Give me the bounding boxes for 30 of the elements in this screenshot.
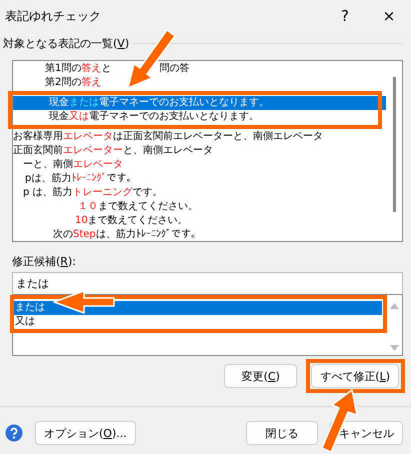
candidate-item[interactable]: または (13, 301, 382, 315)
list-item[interactable]: 現金または電子マネーでのお支払いとなります。 (13, 96, 386, 110)
scroll-up-icon[interactable] (390, 303, 398, 309)
list-item[interactable]: 10まで数えてください。 (13, 214, 386, 228)
list-item[interactable]: p は、筋力 トレーニングです。 (13, 186, 386, 200)
list-item[interactable]: 現金又は電子マネーでのお支払いとなります。 (13, 110, 386, 124)
list-item[interactable]: ーと、南側エレベータ (13, 158, 386, 172)
fix-all-button[interactable]: すべて修正(L) (311, 364, 399, 388)
close-dialog-button[interactable]: 閉じる (246, 421, 318, 445)
list-item[interactable]: １０ まで数えてください。 (13, 200, 386, 214)
annotation-arrow (53, 290, 115, 314)
annotation-arrow (321, 389, 358, 453)
window-title: 表記ゆれチェック (5, 8, 102, 24)
candidates-label: 修正候補(R): (12, 254, 76, 268)
list-item[interactable]: 第1問の答え と 問の答 (13, 62, 386, 76)
help-icon[interactable] (5, 424, 23, 442)
list-item[interactable]: 第2問の答え (13, 76, 386, 90)
list-label: 対象となる表記の一覧(V) (3, 36, 130, 50)
list-item[interactable]: 正面玄関前エレベーターと、南側エレベータ (13, 144, 386, 158)
candidate-input[interactable]: または (12, 272, 403, 294)
scrollbar-thumb[interactable] (392, 77, 396, 212)
list-item[interactable]: 次のStepは、筋力ﾄﾚｰﾆﾝｸﾞです。 (13, 228, 386, 242)
scroll-down-icon[interactable] (390, 345, 398, 351)
list-item[interactable]: pは、筋力 ﾄﾚｰﾆﾝｸﾞ です。 (13, 172, 386, 186)
change-button[interactable]: 変更(C) (224, 364, 298, 388)
options-button[interactable]: オプション(O)... (35, 421, 136, 445)
help-button[interactable]: ? (323, 7, 367, 25)
candidate-item[interactable]: 又は (13, 315, 382, 329)
close-button[interactable]: × (367, 7, 411, 25)
list-item[interactable]: お客様専用エレベータは正面玄関前エレベーターと、南側エレベータ (13, 130, 386, 144)
